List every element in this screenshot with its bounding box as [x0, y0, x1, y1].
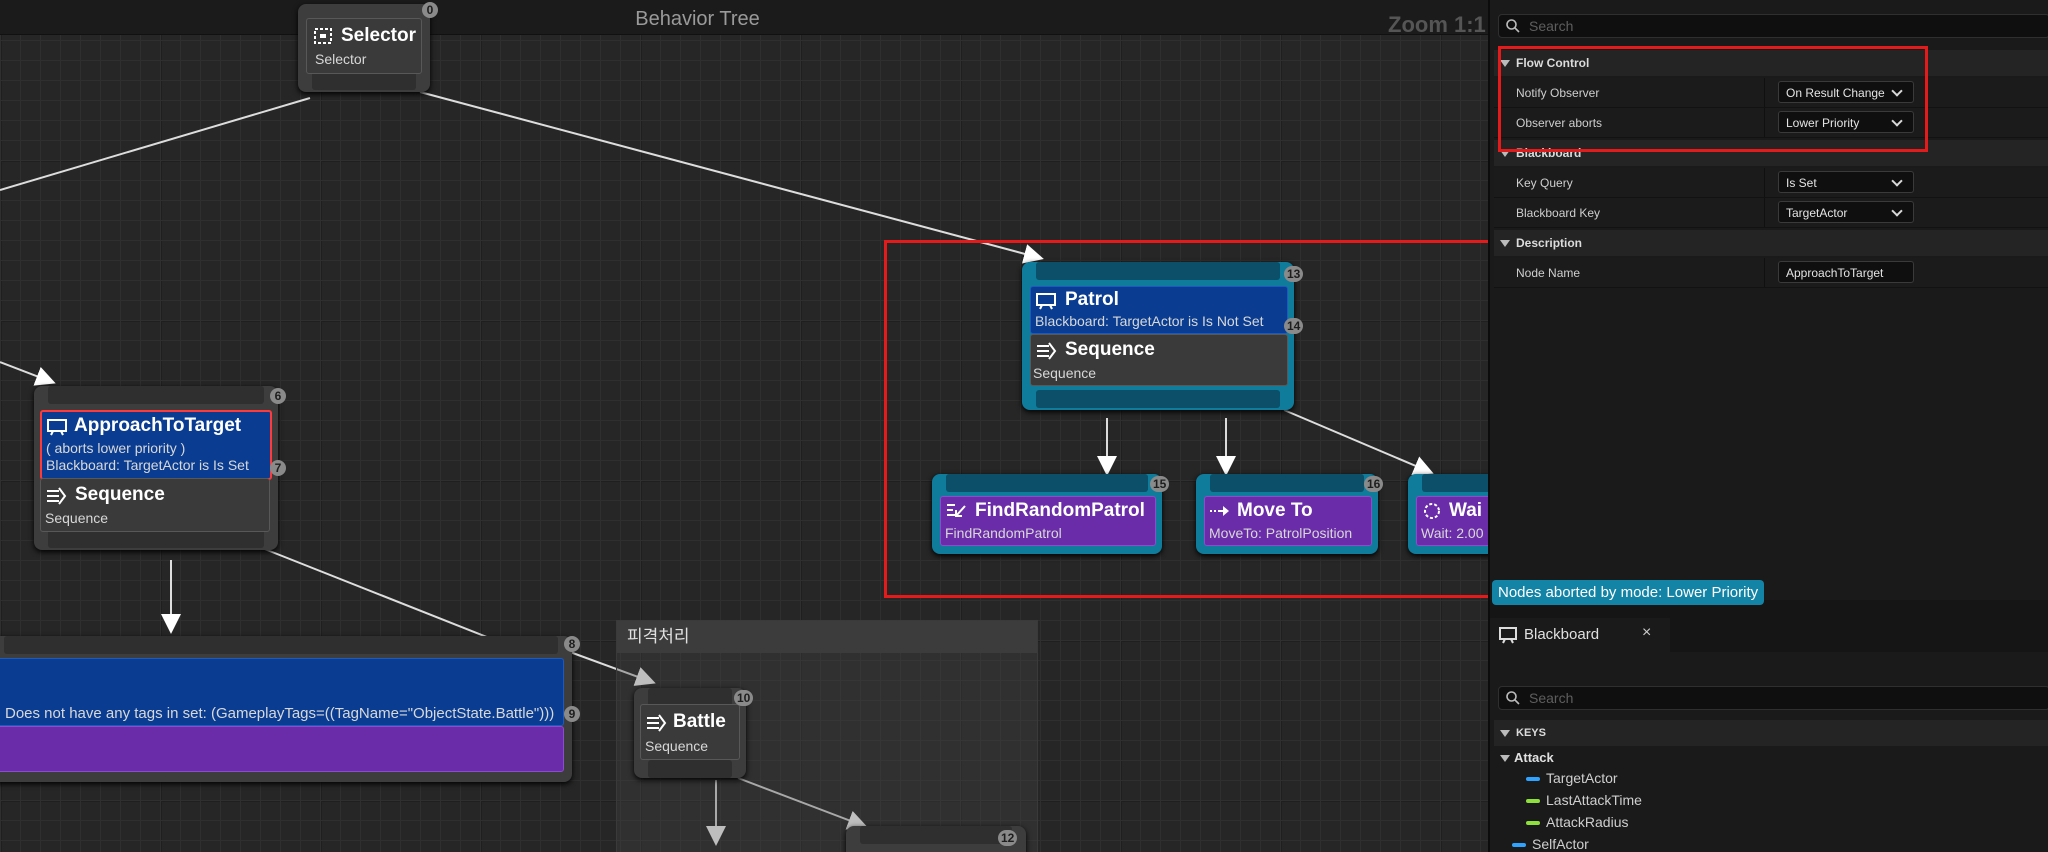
blackboard-icon [47, 419, 67, 436]
key-name: SelfActor [1532, 836, 1589, 852]
blackboard-panel: Search KEYS Attack TargetActor LastAttac… [1490, 652, 2048, 852]
tags-decorator-badge: 9 [564, 706, 580, 722]
blackboard-key-dropdown[interactable]: TargetActor [1778, 201, 1914, 223]
row-node-name: Node Name ApproachToTarget [1494, 258, 2048, 288]
tags-index-badge: 8 [564, 636, 580, 652]
category-description-label: Description [1516, 236, 1583, 250]
details-search-placeholder: Search [1529, 18, 1574, 34]
keys-header-label: KEYS [1516, 727, 1546, 739]
blackboard-search-placeholder: Search [1529, 690, 1574, 706]
selector-subtitle: Selector [315, 51, 367, 67]
key-query-dropdown[interactable]: Is Set [1778, 171, 1914, 193]
graph-title: Behavior Tree [635, 8, 760, 30]
tags-condition-text: Does not have any tags in set: (Gameplay… [5, 705, 555, 722]
key-name: LastAttackTime [1546, 792, 1642, 808]
search-icon [1506, 691, 1520, 705]
tags-decorator[interactable]: Does not have any tags in set: (Gameplay… [0, 658, 564, 726]
selector-node[interactable]: Selector Selector 0 [298, 2, 438, 92]
chevron-down-icon [1500, 730, 1510, 737]
float-key-icon [1526, 799, 1540, 803]
node-name-label: Node Name [1516, 266, 1581, 280]
chevron-down-icon [1500, 240, 1510, 247]
approach-condition-text: Blackboard: TargetActor is Is Set [46, 457, 249, 473]
blackboard-key-label: Blackboard Key [1516, 206, 1601, 220]
row-blackboard-key: Blackboard Key TargetActor [1494, 198, 2048, 228]
keys-header[interactable]: KEYS [1494, 720, 2048, 746]
selector-title: Selector [341, 25, 416, 46]
blackboard-icon [1499, 627, 1517, 644]
key-name: TargetActor [1546, 770, 1618, 786]
blackboard-tab-label: Blackboard [1524, 626, 1600, 643]
details-search-input[interactable]: Search [1498, 14, 2048, 38]
chevron-down-icon [1500, 755, 1510, 762]
blackboard-search-input[interactable]: Search [1498, 686, 2048, 710]
battle-node[interactable]: Battle Sequence 10 [634, 688, 754, 778]
battle-child-index-badge: 12 [998, 830, 1018, 846]
float-key-icon [1526, 821, 1540, 825]
approach-to-target-node[interactable]: ApproachToTarget ( aborts lower priority… [34, 386, 286, 550]
blackboard-tab[interactable]: Blackboard × [1490, 618, 1670, 652]
battle-index-badge: 10 [734, 690, 754, 706]
graph-title-bar: Behavior Tree [0, 0, 1488, 35]
selector-index-badge: 0 [422, 2, 438, 18]
blackboard-key-value: TargetActor [1786, 206, 1848, 220]
approach-sequence-subtitle: Sequence [45, 510, 109, 526]
key-group-attack-label: Attack [1514, 750, 1554, 765]
gameplay-tags-node[interactable]: Does not have any tags in set: (Gameplay… [0, 636, 580, 782]
tags-task-bar[interactable] [0, 726, 564, 772]
approach-sequence-title: Sequence [75, 484, 165, 505]
right-panel: Search Flow Control Notify Observer On R… [1488, 0, 2048, 852]
sequence-icon [647, 714, 667, 732]
object-key-icon [1512, 843, 1526, 847]
behavior-tree-graph[interactable]: 피격처리 Behavior Tree Zoom 1:1 Selector Sel… [0, 0, 1488, 852]
zoom-indicator: Zoom 1:1 [1388, 12, 1486, 37]
close-icon[interactable]: × [1642, 624, 1651, 642]
key-name: AttackRadius [1546, 814, 1629, 830]
aborted-nodes-tooltip: Nodes aborted by mode: Lower Priority [1492, 580, 1765, 605]
chevron-down-icon [1891, 175, 1903, 187]
details-panel: Search Flow Control Notify Observer On R… [1490, 0, 2048, 600]
battle-subtitle: Sequence [645, 738, 709, 754]
search-icon [1506, 19, 1520, 33]
battle-child-node[interactable]: 12 [846, 826, 1026, 852]
selector-icon [314, 28, 332, 44]
node-name-value: ApproachToTarget [1786, 266, 1884, 280]
flow-control-highlight [1498, 46, 1928, 152]
patrol-subtree-highlight [884, 240, 1488, 598]
row-key-query: Key Query Is Set [1494, 168, 2048, 198]
key-query-value: Is Set [1786, 176, 1817, 190]
comment-box-title: 피격처리 [617, 621, 1037, 653]
battle-title: Battle [673, 711, 726, 732]
approach-abort-text: ( aborts lower priority ) [46, 440, 186, 456]
sequence-icon [47, 487, 67, 505]
approach-decorator-badge: 7 [270, 460, 286, 476]
node-name-field[interactable]: ApproachToTarget [1778, 261, 1914, 283]
approach-index-badge: 6 [270, 388, 286, 404]
approach-decorator-title: ApproachToTarget [74, 415, 242, 436]
category-description[interactable]: Description [1494, 230, 2048, 256]
chevron-down-icon [1891, 205, 1903, 217]
object-key-icon [1526, 777, 1540, 781]
key-query-label: Key Query [1516, 176, 1573, 190]
approach-decorator[interactable]: ApproachToTarget ( aborts lower priority… [40, 410, 272, 480]
